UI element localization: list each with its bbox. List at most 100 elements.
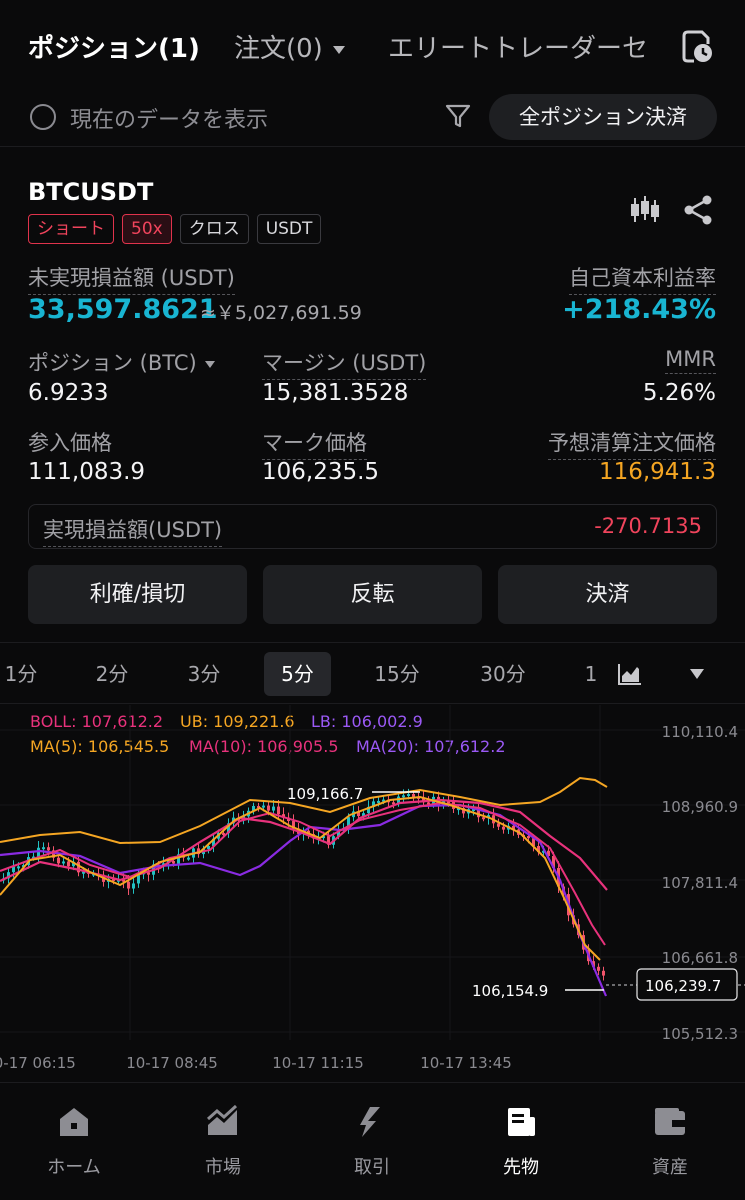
y-tick: 107,811.4 — [662, 874, 738, 892]
filter-row: 現在のデータを表示 全ポジション決済 — [0, 92, 745, 144]
candle-body — [267, 805, 270, 811]
high-price-label: 109,166.7 — [287, 785, 363, 803]
interval-more[interactable]: 1 — [576, 652, 606, 696]
tp-sl-button[interactable]: 利確/損切 — [28, 565, 247, 624]
last-price-label: 106,239.7 — [645, 977, 721, 995]
candle-body — [377, 800, 380, 803]
x-axis-labels: 10-17 06:15 10-17 08:45 10-17 11:15 10-1… — [0, 1054, 512, 1072]
chevron-down-icon[interactable] — [689, 668, 705, 680]
close-position-button[interactable]: 決済 — [498, 565, 717, 624]
interval-5m[interactable]: 5分 — [264, 652, 331, 696]
x-tick: 10-17 13:45 — [420, 1054, 512, 1072]
price-chart[interactable]: 109,166.7 106,154.9 106,239.7 110,110.4 … — [0, 705, 745, 1080]
share-icon[interactable] — [682, 194, 714, 226]
nav-markets-label: 市場 — [205, 1157, 241, 1178]
candle-body — [262, 805, 265, 808]
x-tick: 10-17 08:45 — [126, 1054, 218, 1072]
mark-price-value: 106,235.5 — [262, 459, 380, 485]
divider — [0, 703, 745, 704]
home-icon — [60, 1108, 88, 1136]
unrealized-pnl-label[interactable]: 未実現損益額 (USDT) — [28, 262, 235, 295]
nav-home-label: ホーム — [47, 1157, 101, 1178]
unrealized-pnl-yen: ≈￥5,027,691.59 — [200, 302, 362, 324]
interval-selector: 1分 2分 3分 5分 15分 30分 1 — [0, 648, 745, 698]
close-all-positions-button[interactable]: 全ポジション決済 — [489, 94, 717, 140]
position-size-label-text: ポジション (BTC) — [28, 351, 197, 375]
tab-orders[interactable]: 注文(0) — [234, 28, 345, 65]
futures-document-icon — [508, 1108, 535, 1136]
interval-1m[interactable]: 1分 — [0, 652, 56, 696]
chevron-down-icon — [332, 45, 345, 54]
candle-body — [602, 970, 605, 976]
candlesticks — [2, 788, 605, 981]
candle-body — [277, 806, 280, 815]
interval-3m[interactable]: 3分 — [170, 652, 238, 696]
history-icon[interactable] — [680, 28, 714, 64]
nav-trade[interactable]: 取引 — [317, 1105, 427, 1179]
nav-assets[interactable]: 資産 — [615, 1105, 725, 1179]
candlestick-chart-icon[interactable] — [628, 194, 660, 226]
show-current-radio[interactable] — [30, 104, 56, 130]
candle-body — [17, 866, 20, 869]
roe-value: +218.43% — [562, 294, 716, 325]
mmr-label[interactable]: MMR — [665, 347, 716, 374]
low-price-label: 106,154.9 — [472, 982, 548, 1000]
y-tick: 105,512.3 — [662, 1025, 738, 1043]
candle-body — [272, 806, 275, 811]
tab-elite-trader[interactable]: エリートトレーダーセ — [388, 28, 656, 65]
interval-15m[interactable]: 15分 — [360, 652, 434, 696]
nav-assets-label: 資産 — [652, 1157, 688, 1178]
unrealized-pnl-value: 33,597.8621 — [28, 294, 218, 325]
divider — [0, 642, 745, 643]
margin-label[interactable]: マージン (USDT) — [262, 347, 427, 380]
y-tick: 110,110.4 — [662, 723, 738, 741]
position-size-value: 6.9233 — [28, 380, 109, 406]
candle-body — [132, 883, 135, 889]
bottom-nav: ホーム 市場 取引 先物 資産 — [0, 1082, 745, 1200]
divider — [0, 146, 745, 147]
area-chart-icon[interactable] — [617, 662, 643, 686]
market-chart-icon — [207, 1104, 238, 1135]
reverse-button[interactable]: 反転 — [263, 565, 482, 624]
interval-30m[interactable]: 30分 — [466, 652, 540, 696]
filter-icon[interactable] — [444, 102, 472, 130]
realized-pnl-label[interactable]: 実現損益額(USDT) — [43, 514, 223, 547]
show-current-label[interactable]: 現在のデータを表示 — [70, 102, 268, 134]
ma10b-line — [0, 798, 608, 891]
low-marker: 106,154.9 — [472, 982, 604, 1000]
roe-label[interactable]: 自己資本利益率 — [569, 262, 716, 295]
candle-body — [187, 857, 190, 860]
nav-futures-label: 先物 — [503, 1157, 539, 1178]
position-size-label[interactable]: ポジション (BTC) — [28, 347, 215, 377]
side-badge: ショート — [28, 214, 114, 244]
wallet-icon — [655, 1108, 685, 1135]
margin-value: 15,381.3528 — [262, 380, 409, 406]
position-badges: ショート 50x クロス USDT — [28, 214, 322, 244]
position-symbol[interactable]: BTCUSDT — [28, 178, 153, 206]
liquidation-price-label[interactable]: 予想清算注文価格 — [548, 427, 716, 460]
x-tick: 10-17 06:15 — [0, 1054, 76, 1072]
x-tick: 10-17 11:15 — [272, 1054, 364, 1072]
nav-trade-label: 取引 — [354, 1157, 390, 1178]
interval-2m[interactable]: 2分 — [78, 652, 146, 696]
leverage-badge[interactable]: 50x — [122, 214, 172, 244]
chevron-down-icon — [204, 360, 215, 368]
y-tick: 108,960.9 — [662, 798, 738, 816]
entry-price-label: 参入価格 — [28, 431, 112, 455]
nav-futures[interactable]: 先物 — [466, 1105, 576, 1179]
y-tick: 106,661.8 — [662, 949, 738, 967]
candle-body — [42, 847, 45, 850]
nav-markets[interactable]: 市場 — [168, 1104, 278, 1179]
tab-positions[interactable]: ポジション(1) — [28, 28, 200, 65]
realized-pnl-box: 実現損益額(USDT) -270.7135 — [28, 504, 717, 549]
candle-body — [597, 966, 600, 971]
top-tabs: ポジション(1) 注文(0) エリートトレーダーセ — [0, 0, 745, 90]
realized-pnl-value: -270.7135 — [594, 514, 702, 538]
mark-price-label[interactable]: マーク価格 — [262, 427, 367, 460]
settle-currency-badge: USDT — [256, 214, 322, 244]
liquidation-price-value: 116,941.3 — [598, 459, 716, 485]
nav-home[interactable]: ホーム — [19, 1105, 129, 1179]
candle-body — [482, 817, 485, 820]
candle-body — [402, 795, 405, 798]
candle-body — [502, 826, 505, 830]
